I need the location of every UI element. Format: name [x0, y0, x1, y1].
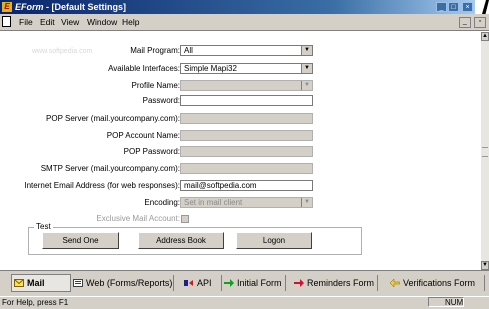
menu-view[interactable]: View	[61, 16, 79, 28]
internet-email-input[interactable]: mail@softpedia.com	[180, 180, 313, 191]
tab-api-label: API	[197, 278, 212, 288]
mail-program-select[interactable]: All ▼	[180, 45, 313, 56]
profile-name-label: Profile Name:	[131, 81, 180, 90]
scroll-down-arrow-icon[interactable]: ▼	[481, 261, 489, 270]
profile-name-select[interactable]: ▼	[180, 80, 313, 91]
tab-api[interactable]: API	[182, 275, 222, 291]
chevron-down-icon[interactable]: ▼	[301, 46, 312, 55]
window-title-doc: - [Default Settings]	[43, 2, 127, 12]
available-interfaces-value: Simple Mapi32	[184, 64, 237, 73]
app-window: E EForm - [Default Settings] _ □ × File …	[0, 0, 489, 309]
chevron-down-icon: ▼	[301, 198, 312, 207]
window-title-app: EForm	[15, 2, 44, 12]
mdi-restore-button[interactable]: ▫	[474, 17, 486, 28]
smtp-server-label: SMTP Server (mail.yourcompany.com):	[40, 164, 180, 173]
window-title: EForm - [Default Settings]	[15, 1, 126, 13]
chevron-down-icon[interactable]: ▼	[301, 64, 312, 73]
num-lock-indicator: NUM	[428, 297, 464, 307]
password-input[interactable]	[180, 95, 313, 106]
red-arrow-icon	[294, 278, 304, 287]
scroll-up-arrow-icon[interactable]: ▲	[481, 32, 489, 41]
available-interfaces-label: Available Interfaces:	[108, 64, 180, 73]
available-interfaces-select[interactable]: Simple Mapi32 ▼	[180, 63, 313, 74]
tab-mail-label: Mail	[27, 278, 45, 288]
encoding-select[interactable]: Set in mail client ▼	[180, 197, 313, 208]
mail-icon	[14, 278, 24, 287]
mail-program-value: All	[184, 46, 193, 55]
tab-reminders-form[interactable]: Reminders Form	[292, 275, 378, 291]
status-bar: For Help, press F1 NUM	[0, 296, 489, 309]
tab-verifications-form[interactable]: Verifications Form	[388, 275, 485, 291]
tab-web[interactable]: Web (Forms/Reports)	[71, 275, 174, 291]
encoding-value: Set in mail client	[184, 198, 243, 207]
tab-initial-form-label: Initial Form	[237, 278, 282, 288]
internet-email-label: Internet Email Address (for web response…	[24, 181, 180, 190]
status-help-text: For Help, press F1	[2, 298, 69, 307]
yellow-arrow-icon	[390, 278, 400, 287]
tab-reminders-form-label: Reminders Form	[307, 278, 375, 288]
scroll-grip[interactable]	[482, 147, 488, 157]
encoding-label: Encoding:	[144, 198, 180, 207]
mdi-controls: _ ▫	[458, 16, 486, 28]
logon-button[interactable]: Logon	[236, 232, 312, 249]
exclusive-mail-label: Exclusive Mail Account:	[96, 214, 180, 223]
menu-window[interactable]: Window	[87, 16, 117, 28]
chevron-down-icon: ▼	[301, 81, 312, 90]
pop-server-label: POP Server (mail.yourcompany.com):	[46, 114, 180, 123]
tab-mail[interactable]: Mail	[11, 274, 71, 292]
tab-bar: Mail Web (Forms/Reports) API Initial For…	[0, 270, 489, 297]
pop-password-label: POP Password:	[123, 147, 180, 156]
menu-file[interactable]: File	[19, 16, 33, 28]
address-book-button[interactable]: Address Book	[138, 232, 224, 249]
vertical-scrollbar[interactable]: ▲ ▼	[481, 32, 489, 270]
api-icon	[184, 279, 193, 286]
document-icon[interactable]	[2, 16, 11, 27]
menu-edit[interactable]: Edit	[40, 16, 55, 28]
send-one-button[interactable]: Send One	[42, 232, 119, 249]
mdi-minimize-button[interactable]: _	[458, 17, 471, 28]
green-arrow-icon	[224, 278, 234, 287]
exclusive-mail-checkbox[interactable]	[181, 215, 189, 223]
minimize-button[interactable]: _	[436, 2, 447, 12]
menu-bar: File Edit View Window Help _ ▫	[0, 14, 489, 31]
pop-account-input[interactable]	[180, 130, 313, 141]
tab-verifications-form-label: Verifications Form	[403, 278, 476, 288]
tab-initial-form[interactable]: Initial Form	[222, 275, 286, 291]
password-label: Password:	[142, 96, 180, 105]
pop-password-input[interactable]	[180, 146, 313, 157]
pop-server-input[interactable]	[180, 113, 313, 124]
pop-account-label: POP Account Name:	[106, 131, 180, 140]
watermark-text: www.softpedia.com	[32, 48, 93, 55]
menu-help[interactable]: Help	[122, 16, 139, 28]
web-icon	[73, 278, 83, 287]
tab-web-label: Web (Forms/Reports)	[86, 278, 173, 288]
smtp-server-input[interactable]	[180, 163, 313, 174]
mail-program-label: Mail Program:	[130, 46, 180, 55]
test-group-legend: Test	[34, 222, 53, 231]
maximize-button[interactable]: □	[448, 2, 459, 12]
app-logo-icon[interactable]: E	[2, 2, 12, 12]
title-bar[interactable]: E EForm - [Default Settings] _ □ ×	[0, 0, 475, 14]
